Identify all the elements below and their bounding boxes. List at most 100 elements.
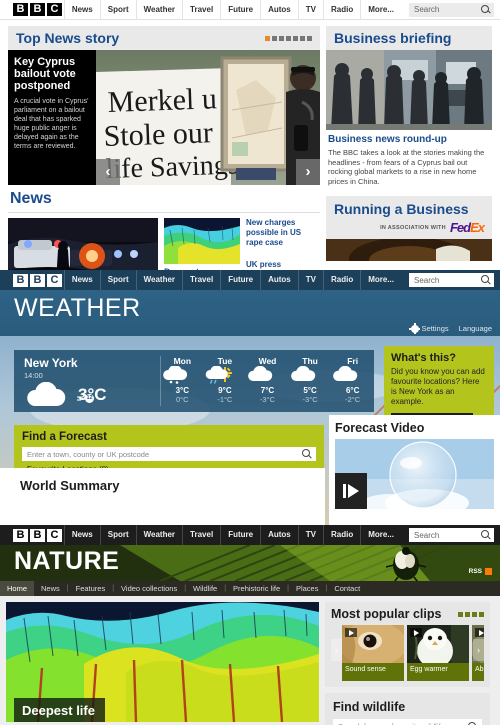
search-icon[interactable]	[481, 275, 490, 287]
sponsor-row: IN ASSOCIATION WITH FedEx	[334, 217, 485, 237]
forecast-day-name: Mon	[173, 356, 192, 366]
carousel-dot[interactable]	[272, 35, 277, 41]
nav-link-weather[interactable]: Weather	[135, 525, 182, 545]
carousel-dot[interactable]	[279, 35, 284, 41]
nature-hero-story[interactable]: Deepest life	[6, 602, 319, 722]
clips-dot[interactable]	[465, 611, 470, 617]
search-icon[interactable]	[481, 530, 490, 542]
nature-nav-video-collections[interactable]: Video collections	[114, 581, 184, 596]
news-page: Top News story Key Cyprus bailout vote p…	[0, 20, 500, 321]
language-link[interactable]: Language	[459, 324, 492, 333]
nature-nav-contact[interactable]: Contact	[327, 581, 367, 596]
search-icon[interactable]	[481, 4, 490, 17]
play-icon[interactable]	[410, 628, 422, 637]
clips-dot[interactable]	[479, 611, 484, 617]
nav-link-future[interactable]: Future	[220, 0, 260, 20]
nav-link-news[interactable]: News	[63, 270, 100, 290]
carousel-dots[interactable]	[265, 35, 312, 41]
carousel-dot[interactable]	[293, 35, 298, 41]
nav-link-more[interactable]: More...	[360, 270, 401, 290]
forecast-video-thumbnail[interactable]	[335, 439, 494, 509]
nav-link-radio[interactable]: Radio	[322, 525, 360, 545]
business-body[interactable]: Business news round-up The BBC takes a l…	[326, 130, 492, 191]
clips-carousel-dots[interactable]	[458, 611, 484, 617]
nav-link-future[interactable]: Future	[220, 270, 260, 290]
nav-link-autos[interactable]: Autos	[260, 270, 298, 290]
nav-link-autos[interactable]: Autos	[260, 0, 298, 20]
global-search-box[interactable]: Search	[409, 273, 494, 287]
find-forecast-placeholder: Enter a town, county or UK postcode	[27, 449, 150, 459]
nav-link-more[interactable]: More...	[360, 525, 401, 545]
forecast-high: 6°C	[345, 386, 360, 395]
nav-link-more[interactable]: More...	[360, 0, 401, 20]
bbc-logo[interactable]: B B C	[13, 528, 62, 542]
forecast-day[interactable]: Wed 7°C -3°C	[246, 350, 289, 412]
rss-link[interactable]: RSS	[469, 568, 492, 575]
nav-link-weather[interactable]: Weather	[135, 270, 182, 290]
search-icon[interactable]	[302, 449, 311, 461]
play-icon[interactable]	[335, 473, 367, 509]
bbc-logo[interactable]: B B C	[13, 273, 62, 287]
nav-link-tv[interactable]: TV	[297, 270, 323, 290]
nav-link-radio[interactable]: Radio	[322, 0, 360, 20]
nav-link-travel[interactable]: Travel	[182, 0, 220, 20]
nature-nav-wildlife[interactable]: Wildlife	[186, 581, 224, 596]
carousel-dot[interactable]	[307, 35, 312, 41]
forecast-day[interactable]: Fri 6°C -2°C	[331, 350, 374, 412]
play-icon[interactable]	[475, 628, 484, 637]
global-nav-nature: B B C News Sport Weather Travel Future A…	[0, 525, 500, 545]
news-list-item[interactable]: New charges possible in US rape case	[246, 218, 320, 248]
carousel-dot[interactable]	[286, 35, 291, 41]
play-icon[interactable]	[345, 628, 357, 637]
clips-prev-button[interactable]: ‹	[331, 639, 342, 661]
bbc-logo[interactable]: B B C	[13, 3, 62, 16]
nav-link-future[interactable]: Future	[220, 525, 260, 545]
carousel-dot[interactable]	[300, 35, 305, 41]
forecast-day[interactable]: Thu 5°C -3°C	[289, 350, 332, 412]
nav-link-radio[interactable]: Radio	[322, 270, 360, 290]
nav-link-autos[interactable]: Autos	[260, 525, 298, 545]
nav-link-weather[interactable]: Weather	[135, 0, 182, 20]
settings-label: Settings	[421, 324, 449, 333]
forecast-high: 5°C	[303, 386, 317, 395]
nature-nav-places[interactable]: Places	[289, 581, 326, 596]
nature-nav-news[interactable]: News	[34, 581, 67, 596]
news-section-title: News	[8, 185, 320, 213]
forecast-day[interactable]: Tue 9°C -1°C	[204, 350, 247, 412]
global-search-box[interactable]: Search	[409, 528, 494, 542]
weather-city-name: New York	[24, 356, 78, 370]
settings-link[interactable]: Settings	[409, 323, 449, 334]
nav-link-sport[interactable]: Sport	[99, 525, 136, 545]
nav-link-travel[interactable]: Travel	[182, 525, 220, 545]
carousel-prev-button[interactable]: ‹	[96, 159, 120, 185]
bbc-logo-letter: B	[13, 3, 28, 16]
clips-dot[interactable]	[472, 611, 477, 617]
carousel-next-button[interactable]: ›	[296, 159, 320, 185]
clips-next-button[interactable]: ›	[473, 639, 484, 661]
nature-nav-features[interactable]: Features	[69, 581, 113, 596]
carousel-dot[interactable]	[265, 35, 270, 41]
nature-nav-home[interactable]: Home	[0, 581, 35, 596]
wind-icon	[77, 394, 84, 401]
find-forecast-input[interactable]: Enter a town, county or UK postcode	[22, 447, 316, 461]
forecast-low: -3°C	[259, 395, 276, 404]
top-story[interactable]: Key Cyprus bailout vote postponed A cruc…	[8, 50, 320, 185]
nature-nav-prehistoric-life[interactable]: Prehistoric life	[226, 581, 287, 596]
global-search-box[interactable]: Search	[409, 2, 494, 17]
nav-link-sport[interactable]: Sport	[99, 0, 136, 20]
nav-link-news[interactable]: News	[63, 525, 100, 545]
clips-dot[interactable]	[458, 611, 463, 617]
global-nav-weather: B B C News Sport Weather Travel Future A…	[0, 270, 500, 290]
clip-item[interactable]: Egg warmer	[407, 625, 469, 681]
svg-text:life Savings: life Savings	[105, 149, 239, 185]
nav-link-tv[interactable]: TV	[297, 0, 323, 20]
nav-link-news[interactable]: News	[63, 0, 100, 20]
cloud-icon	[331, 366, 374, 384]
clip-item[interactable]: Sound sense	[342, 625, 404, 681]
nav-link-travel[interactable]: Travel	[182, 270, 220, 290]
nav-link-tv[interactable]: TV	[297, 525, 323, 545]
find-wildlife-input[interactable]: Search for your favourite wildlife	[333, 719, 482, 725]
nav-link-sport[interactable]: Sport	[99, 270, 136, 290]
bbc-logo-letter: C	[47, 528, 62, 542]
forecast-day[interactable]: Mon 3°C 0°C	[161, 350, 204, 412]
